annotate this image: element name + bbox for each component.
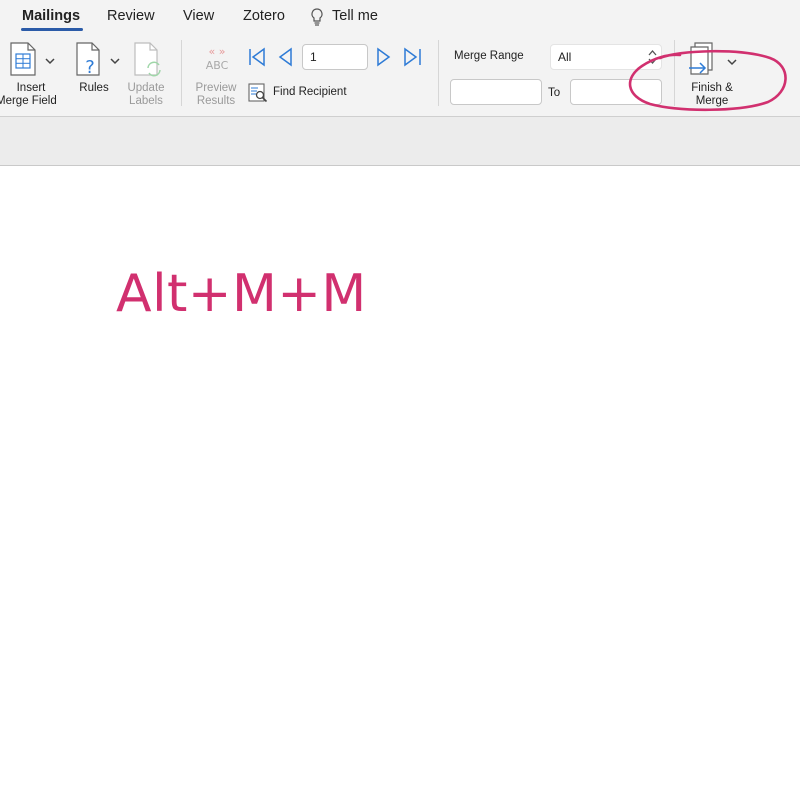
svg-text:?: ? <box>85 57 95 76</box>
previous-record-icon[interactable] <box>276 47 294 72</box>
tab-view[interactable]: View <box>183 8 214 24</box>
find-recipient-icon <box>248 83 268 108</box>
preview-results-label: Preview Results <box>190 82 242 108</box>
merge-range-value: All <box>558 50 572 64</box>
document-page[interactable] <box>0 166 800 800</box>
ruler-band <box>0 117 800 166</box>
lightbulb-icon <box>309 7 325 32</box>
divider <box>438 40 439 106</box>
chevron-down-icon[interactable] <box>45 52 55 70</box>
highlight-circle <box>628 49 787 112</box>
svg-text:« »: « » <box>209 45 226 58</box>
update-labels-line2: Labels <box>129 95 163 107</box>
next-record-icon[interactable] <box>375 47 393 72</box>
active-tab-indicator <box>21 28 83 31</box>
shortcut-annotation: Alt+M+M <box>116 264 367 324</box>
preview-abc-icon: « » ABC <box>201 44 233 79</box>
tab-tell-me[interactable]: Tell me <box>332 8 378 24</box>
merge-range-label: Merge Range <box>454 50 524 62</box>
update-labels-line1: Update <box>127 82 165 94</box>
record-number-input[interactable]: 1 <box>302 44 368 70</box>
ribbon-tab-bar: Mailings Review View Zotero Tell me <box>0 0 800 32</box>
insert-merge-field-line2: Merge Field <box>0 95 57 107</box>
document-fields-icon <box>10 42 36 81</box>
preview-abc-text: ABC <box>206 59 229 72</box>
document-question-icon: ? <box>76 42 102 81</box>
update-labels-icon <box>134 42 164 83</box>
rules-label: Rules <box>79 82 109 94</box>
chevron-down-icon[interactable] <box>110 52 120 70</box>
tab-mailings[interactable]: Mailings <box>22 8 80 24</box>
insert-merge-field-line1: Insert <box>16 82 46 94</box>
preview-results-line1: Preview <box>195 82 237 94</box>
merge-from-input[interactable] <box>450 79 542 105</box>
first-record-icon[interactable] <box>247 47 267 72</box>
preview-results-line2: Results <box>196 95 236 107</box>
find-recipient-label: Find Recipient <box>273 86 347 98</box>
tab-zotero[interactable]: Zotero <box>243 8 285 24</box>
divider <box>181 40 182 106</box>
insert-merge-field-label: Insert Merge Field <box>0 82 62 108</box>
update-labels-label: Update Labels <box>120 82 172 108</box>
last-record-icon[interactable] <box>402 47 424 72</box>
tab-review[interactable]: Review <box>107 8 155 24</box>
to-label: To <box>548 87 561 99</box>
